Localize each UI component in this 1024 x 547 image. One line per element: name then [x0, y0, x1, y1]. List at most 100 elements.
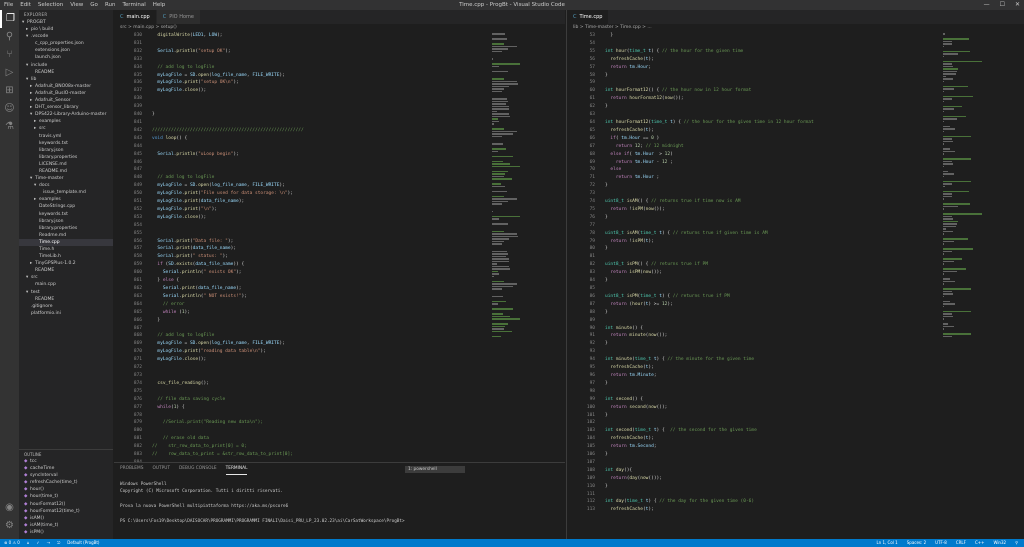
panel-tab-terminal[interactable]: TERMINAL — [225, 463, 248, 475]
status-item[interactable]: Ln 1, Col 1 — [876, 539, 897, 547]
tree-item[interactable]: ▾ PROGBT — [19, 19, 113, 26]
line-number: 853 — [133, 214, 142, 220]
outline-item[interactable]: ◆ syncInterval — [19, 472, 113, 479]
tree-item[interactable]: ▾ include — [19, 62, 113, 69]
status-item[interactable]: CRLF — [956, 539, 966, 547]
close-icon[interactable]: ✕ — [1015, 0, 1020, 10]
tree-item[interactable]: ▸ src — [19, 125, 113, 132]
tree-item[interactable]: LICENSE.md — [19, 161, 113, 168]
tree-item[interactable]: ▸ examples — [19, 118, 113, 125]
status-item[interactable]: Win32 — [993, 539, 1006, 547]
editor-tab[interactable]: C PIO Home — [156, 10, 201, 24]
tree-item[interactable]: ▸ Adafruit_BNO08x-master — [19, 83, 113, 90]
tree-item[interactable]: ▾ lib — [19, 76, 113, 83]
tree-item[interactable]: keywords.txt — [19, 140, 113, 147]
minimap-left[interactable] — [492, 32, 542, 462]
outline-item[interactable]: ◆ hour(time_t) — [19, 493, 113, 500]
tree-item[interactable]: Time.h — [19, 246, 113, 253]
tree-item[interactable]: library.properties — [19, 154, 113, 161]
tree-item[interactable]: library.properties — [19, 225, 113, 232]
outline-item[interactable]: ◆ tcc — [19, 458, 113, 465]
minimap-line — [492, 218, 499, 220]
tree-item[interactable]: ▾ docs — [19, 182, 113, 189]
tree-item[interactable]: README — [19, 296, 113, 303]
maximize-icon[interactable]: ☐ — [1000, 0, 1005, 10]
tree-item[interactable]: c_cpp_properties.json — [19, 40, 113, 47]
tree-item[interactable]: issue_template.md — [19, 189, 113, 196]
status-item[interactable]: Spaces: 2 — [907, 539, 926, 547]
outline-header[interactable]: OUTLINE — [19, 449, 113, 458]
status-item[interactable]: UTF-8 — [935, 539, 947, 547]
settings-gear-icon[interactable]: ⚙ — [0, 517, 19, 535]
minimize-icon[interactable]: — — [984, 0, 990, 10]
tree-item[interactable]: travis.yml — [19, 133, 113, 140]
status-item[interactable]: ⚲ — [1015, 539, 1018, 547]
search-icon[interactable]: ⚲ — [0, 28, 19, 46]
tree-item[interactable]: Readme.md — [19, 232, 113, 239]
panel-tab-problems[interactable]: PROBLEMS — [120, 463, 143, 475]
tree-item[interactable]: ▾ .vscode — [19, 33, 113, 40]
tree-item[interactable]: ▸ Adafruit_Sensor — [19, 97, 113, 104]
tree-item[interactable]: platformio.ini — [19, 310, 113, 317]
minimap-line — [492, 260, 509, 262]
tree-item[interactable]: .gitignore — [19, 303, 113, 310]
status-item[interactable]: ⌂ — [27, 539, 30, 547]
outline-item[interactable]: ◆ isAM() — [19, 515, 113, 522]
status-item[interactable]: ⎋ — [57, 539, 60, 547]
account-icon[interactable]: ◉ — [0, 499, 19, 517]
outline-item[interactable]: ◆ hour() — [19, 486, 113, 493]
explorer-icon[interactable]: ❐ — [0, 10, 19, 28]
code-text: myLogFile.print("reading data table\n"); — [157, 349, 266, 355]
tree-item[interactable]: ▾ Time-master — [19, 175, 113, 182]
run-debug-icon[interactable]: ▷ — [0, 64, 19, 82]
minimap-line — [492, 303, 498, 305]
outline-item[interactable]: ◆ refreshCache(time_t) — [19, 479, 113, 486]
terminal-output[interactable]: Windows PowerShell Copyright (C) Microso… — [114, 475, 565, 531]
status-item[interactable]: → — [47, 539, 50, 547]
tree-item[interactable]: README.md — [19, 168, 113, 175]
tree-item[interactable]: TimeLib.h — [19, 253, 113, 260]
status-item[interactable]: ✓ — [36, 539, 39, 547]
tree-item[interactable]: main.cpp — [19, 281, 113, 288]
outline-item[interactable]: ◆ cacheTime — [19, 465, 113, 472]
platformio-icon[interactable]: ☺ — [0, 100, 19, 118]
tree-item[interactable]: ▸ examples — [19, 196, 113, 203]
tree-item[interactable]: ▸ pio \ build — [19, 26, 113, 33]
line-number: 76 — [589, 214, 595, 220]
tree-item[interactable]: ▸ TinyGPSPlus-1.0.2 — [19, 260, 113, 267]
status-item[interactable]: C++ — [975, 539, 985, 547]
breadcrumb-right[interactable]: lib > Time-master > Time.cpp > ... — [567, 24, 1024, 32]
status-item[interactable]: ⊗ 0 ⚠ 0 — [4, 539, 20, 547]
tree-item[interactable]: DateStrings.cpp — [19, 203, 113, 210]
tree-item[interactable]: ▾ src — [19, 274, 113, 281]
minimap-right[interactable] — [943, 32, 993, 539]
testing-icon[interactable]: ⚗ — [0, 118, 19, 136]
tree-item[interactable]: Time.cpp — [19, 238, 113, 246]
tree-item[interactable]: library.json — [19, 218, 113, 225]
tree-item[interactable]: ▾ DPS422-Library-Arduino-master — [19, 111, 113, 118]
outline-item[interactable]: ◆ hourFormat12(time_t) — [19, 508, 113, 515]
status-item[interactable]: Default (ProgBt) — [67, 539, 99, 547]
line-number: 831 — [133, 40, 142, 46]
tree-item[interactable]: ▸ DHT_sensor_library — [19, 104, 113, 111]
outline-item[interactable]: ◆ hourFormat12() — [19, 501, 113, 508]
outline-item[interactable]: ◆ isAM(time_t) — [19, 522, 113, 529]
outline-item[interactable]: ◆ isPM() — [19, 529, 113, 536]
extensions-icon[interactable]: ⊞ — [0, 82, 19, 100]
source-control-icon[interactable]: ⑂ — [0, 46, 19, 64]
panel-tab-debug-console[interactable]: DEBUG CONSOLE — [179, 463, 217, 475]
tree-item[interactable]: launch.json — [19, 54, 113, 61]
tree-item[interactable]: README — [19, 69, 113, 76]
terminal-select[interactable]: 1: powershell — [405, 466, 465, 473]
panel-tab-output[interactable]: OUTPUT — [152, 463, 170, 475]
tree-item[interactable]: README — [19, 267, 113, 274]
tree-item[interactable]: keywords.txt — [19, 211, 113, 218]
tree-item[interactable]: extensions.json — [19, 47, 113, 54]
tree-item[interactable]: ▸ Adafruit_BusIO-master — [19, 90, 113, 97]
tree-item[interactable]: ▾ test — [19, 289, 113, 296]
editor-tab[interactable]: C Time.cpp — [567, 10, 610, 24]
tree-item-label: TinyGPSPlus-1.0.2 — [35, 261, 76, 267]
breadcrumb-left[interactable]: src > main.cpp > setup() — [114, 24, 565, 32]
editor-tab[interactable]: Cmain.cpp — [114, 10, 157, 24]
tree-item[interactable]: library.json — [19, 147, 113, 154]
